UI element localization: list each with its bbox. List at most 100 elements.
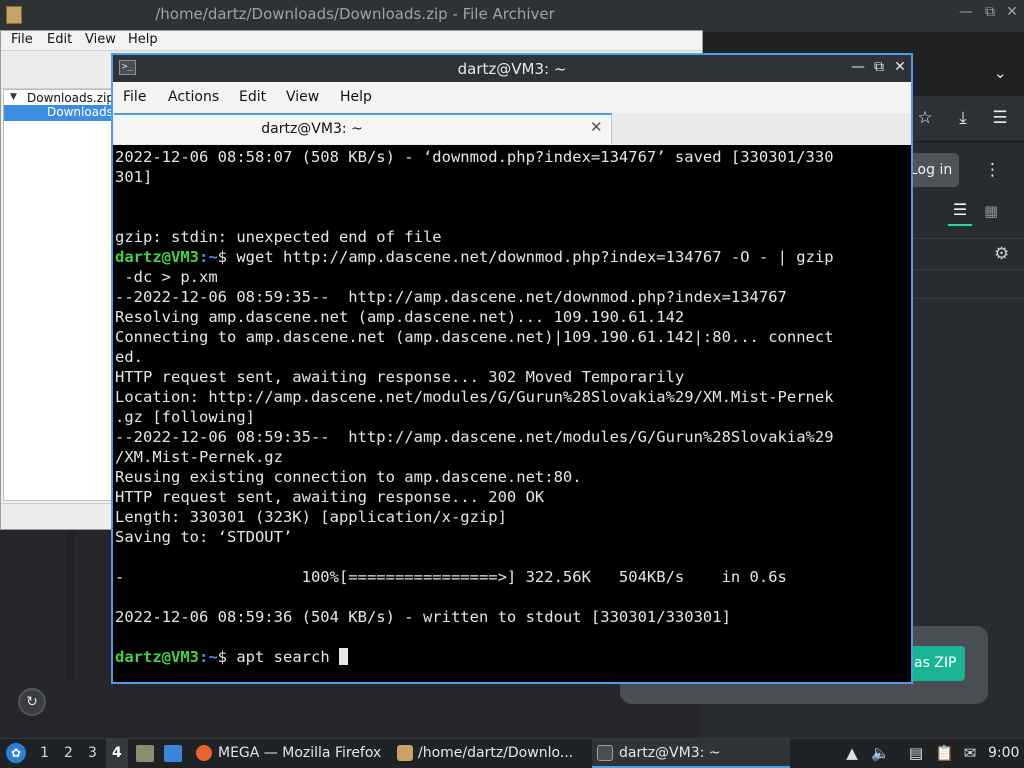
workspace-3[interactable]: 3 [88,745,97,761]
close-icon[interactable]: ✕ [891,59,909,75]
terminal-output[interactable]: 2022-12-06 08:58:07 (508 KB/s) - ‘downmo… [113,145,911,682]
terminal-tab[interactable]: dartz@VM3: ~ ✕ [114,113,612,144]
terminal-tabbar: dartz@VM3: ~ ✕ [113,113,911,145]
task-archiver[interactable]: /home/dartz/Downlo... [392,739,590,768]
maximize-icon[interactable]: ⧉ [870,59,888,75]
firefox-icon [196,745,212,761]
terminal-line: 2022-12-06 08:58:07 (508 KB/s) - ‘downmo… [115,148,834,166]
side-strip [66,530,74,680]
terminal-line: --2022-12-06 08:59:35-- http://amp.dasce… [115,428,834,446]
command-input[interactable]: apt search [227,648,339,666]
taskbar: ✿ 1 2 3 4 MEGA — Mozilla Firefox /home/d… [0,738,1024,768]
terminal-window: >_ dartz@VM3: ~ — ⧉ ✕ File Actions Edit … [111,53,913,684]
clipboard-icon[interactable]: 📋 [935,744,954,762]
terminal-prompt-line: dartz@VM3:~$ apt search [115,647,911,667]
terminal-line: ed. [115,348,143,366]
terminal-line: -dc > p.xm [115,268,218,286]
scroll-up-icon[interactable]: ▲ [843,744,861,762]
show-desktop-icon[interactable] [164,745,182,762]
minimize-icon[interactable]: — [849,59,867,75]
workspace-4[interactable]: 4 [112,745,122,761]
file-manager-icon[interactable] [136,745,154,762]
archive-tree: ▼ Downloads.zip Downloads [3,89,114,501]
task-firefox[interactable]: MEGA — Mozilla Firefox [192,739,392,768]
terminal-line: Location: http://amp.dascene.net/modules… [115,388,834,406]
terminal-titlebar[interactable]: >_ dartz@VM3: ~ — ⧉ ✕ [113,55,911,82]
terminal-line: 2022-12-06 08:59:36 (504 KB/s) - written… [115,608,731,626]
start-menu-icon[interactable]: ✿ [6,743,26,763]
close-icon[interactable]: ✕ [590,118,603,136]
menu-help[interactable]: Help [128,32,158,47]
terminal-prompt-line: dartz@VM3:~$ wget http://amp.dascene.net… [115,247,911,267]
terminal-tab-label: dartz@VM3: ~ [261,121,363,137]
clock[interactable]: 9:00 [988,745,1019,761]
list-view-icon[interactable]: ☰ [948,200,972,226]
terminal-line: HTTP request sent, awaiting response... … [115,488,545,506]
chevron-down-icon[interactable]: ⌄ [994,64,1007,82]
tree-item-root[interactable]: Downloads.zip [27,91,114,105]
mega-sync-icon[interactable]: ↻ [18,688,46,716]
tree-item-child[interactable]: Downloads [47,105,113,119]
menu-file[interactable]: File [123,89,146,105]
terminal-line: HTTP request sent, awaiting response... … [115,368,685,386]
menu-view[interactable]: View [286,89,319,105]
terminal-line: - 100%[================>] 322.56K 504KB/… [115,568,787,586]
hamburger-menu-icon[interactable]: ☰ [988,108,1012,128]
command-text: wget http://amp.dascene.net/downmod.php?… [227,248,834,266]
maximize-icon[interactable]: ⧉ [980,4,1000,20]
terminal-line: gzip: stdin: unexpected end of file [115,228,442,246]
menu-edit[interactable]: Edit [239,89,266,105]
network-icon[interactable]: ▤ [907,744,925,762]
terminal-line: .gz [following] [115,408,255,426]
menu-edit[interactable]: Edit [47,32,72,47]
terminal-line: Length: 330301 (323K) [application/x-gzi… [115,508,507,526]
prompt-user: dartz@VM3 [115,248,199,266]
menu-file[interactable]: File [11,32,33,47]
terminal-line: 301] [115,168,153,186]
task-label: /home/dartz/Downlo... [418,745,574,761]
workspace-2[interactable]: 2 [64,745,73,761]
archiver-menubar: File Edit View Help [1,31,702,51]
gear-icon[interactable]: ⚙ [994,244,1009,264]
prompt-user: dartz@VM3 [115,648,199,666]
prompt-path: :~ [199,248,218,266]
expander-icon[interactable]: ▼ [10,92,17,102]
menu-view[interactable]: View [85,32,116,47]
terminal-line: --2022-12-06 08:59:35-- http://amp.dasce… [115,288,787,306]
close-icon[interactable]: ✕ [1002,4,1022,20]
grid-view-icon[interactable]: ▦ [984,202,998,220]
text-cursor [339,648,348,665]
terminal-line: Reusing existing connection to amp.dasce… [115,468,582,486]
menu-actions[interactable]: Actions [168,89,219,105]
task-label: MEGA — Mozilla Firefox [218,745,382,761]
prompt-sign: $ [217,248,228,266]
menu-help[interactable]: Help [340,89,372,105]
terminal-line: /XM.Mist-Pernek.gz [115,448,283,466]
minimize-icon[interactable]: — [956,4,976,20]
prompt-sign: $ [217,648,228,666]
divider [912,298,1024,299]
volume-icon[interactable]: 🔈 [871,744,890,762]
download-icon[interactable]: ⤓ [951,108,975,128]
archive-icon [397,745,413,761]
prompt-path: :~ [199,648,218,666]
terminal-line: Saving to: ‘STDOUT’ [115,528,293,546]
terminal-title: dartz@VM3: ~ [457,60,567,78]
terminal-menubar: File Actions Edit View Help [113,82,911,113]
terminal-icon [597,745,613,761]
task-terminal[interactable]: dartz@VM3: ~ [592,739,790,768]
terminal-line: Connecting to amp.dascene.net (amp.dasce… [115,328,834,346]
notification-icon[interactable]: ✉ [961,744,979,762]
archiver-titlebar[interactable]: /home/dartz/Downloads/Downloads.zip - Fi… [0,0,1024,30]
workspace-1[interactable]: 1 [40,745,49,761]
terminal-line: Resolving amp.dascene.net (amp.dascene.n… [115,308,685,326]
star-icon[interactable]: ☆ [913,108,937,128]
kebab-menu-icon[interactable]: ⋮ [984,160,1001,180]
archiver-title: /home/dartz/Downloads/Downloads.zip - Fi… [155,5,555,23]
download-as-zip-button[interactable]: as ZIP [905,646,965,681]
